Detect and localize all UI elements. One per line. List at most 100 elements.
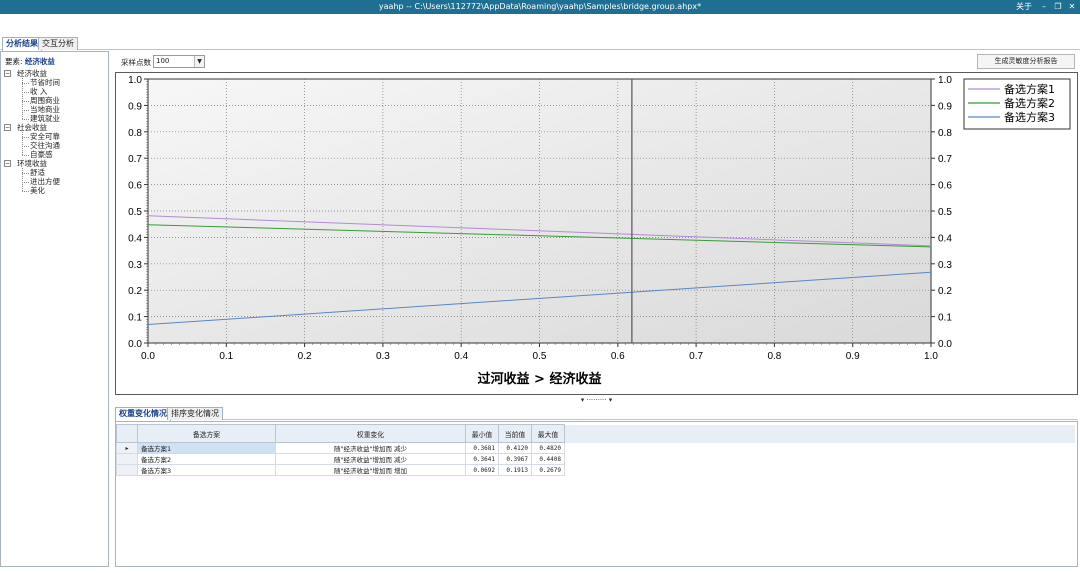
cell-filler — [565, 454, 1075, 465]
x-tick-label: 0.7 — [689, 351, 703, 362]
about-link[interactable]: 关于 — [1016, 0, 1032, 14]
tab-interactive-analysis[interactable]: 交互分析 — [38, 37, 78, 50]
minimize-icon[interactable]: – — [1038, 0, 1050, 14]
y-tick-label-left: 0.4 — [128, 233, 142, 244]
tree-leaf-item[interactable]: 当地商业 — [30, 105, 60, 114]
factor-tree-panel: 要素: 经济收益 − 经济收益 节省时间收 入周围商业 当地商业 建筑就业 − 社会收益 安全… — [0, 51, 109, 567]
tree-group-item[interactable]: 社会收益 — [17, 123, 47, 132]
cell-alternative[interactable]: 备选方案1 — [137, 442, 276, 454]
tree-leaf-item[interactable]: 节省时间 — [30, 78, 60, 87]
collapse-toggle-icon[interactable]: − — [4, 160, 11, 167]
cell-alternative[interactable]: 备选方案2 — [137, 453, 276, 465]
x-tick-label: 0.1 — [219, 351, 233, 362]
sample-count-select[interactable]: 100 ▼ — [153, 55, 205, 68]
tree-group-item[interactable]: 经济收益 — [17, 69, 47, 78]
x-tick-label: 0.9 — [846, 351, 860, 362]
y-tick-label-right: 0.1 — [938, 313, 952, 324]
menu-area — [0, 14, 1080, 36]
horizontal-splitter[interactable]: ▾ ········· ▾ — [115, 396, 1078, 404]
y-tick-label-right: 1.0 — [938, 75, 952, 86]
x-tick-label: 1.0 — [924, 351, 938, 362]
y-tick-label-right: 0.3 — [938, 260, 952, 271]
tree-leaf-item[interactable]: 舒适 — [30, 168, 45, 177]
header-alternative[interactable]: 备选方案 — [137, 424, 276, 443]
y-tick-label-left: 0.8 — [128, 128, 142, 139]
cell-weight-change[interactable]: 随"经济收益"增加而 减少 — [275, 442, 466, 454]
y-tick-label-right: 0.8 — [938, 128, 952, 139]
header-weight-change[interactable]: 权重变化 — [275, 424, 466, 443]
tab-rank-change[interactable]: 排序变化情况 — [167, 407, 223, 420]
generate-report-button[interactable]: 生成灵敏度分析报告 — [977, 54, 1075, 69]
collapse-toggle-icon[interactable]: − — [4, 70, 11, 77]
header-max[interactable]: 最大值 — [531, 424, 565, 443]
bottom-tabs: 权重变化情况 排序变化情况 — [115, 406, 1078, 421]
cell-min[interactable]: 0.0692 — [465, 464, 499, 476]
tab-analysis-result[interactable]: 分析结果 — [2, 37, 42, 51]
tab-weight-change[interactable]: 权重变化情况 — [115, 407, 171, 421]
x-tick-label: 0.6 — [611, 351, 625, 362]
weight-grid: 备选方案 权重变化 最小值 当前值 最大值 ▸ 备选方案1 随"经济收益"增加而 减… — [116, 424, 1075, 476]
y-tick-label-right: 0.6 — [938, 181, 952, 192]
y-tick-label-right: 0.7 — [938, 154, 952, 165]
table-row[interactable]: 备选方案2 随"经济收益"增加而 减少 0.3641 0.3967 0.4408 — [116, 453, 1075, 465]
tree-leaf-item[interactable]: 交往沟通 — [30, 141, 60, 150]
tree-leaf-item[interactable]: 建筑就业 — [30, 114, 60, 123]
y-tick-label-left: 1.0 — [128, 75, 142, 86]
header-current[interactable]: 当前值 — [498, 424, 532, 443]
cell-max[interactable]: 0.4820 — [531, 442, 565, 454]
cell-current[interactable]: 0.3967 — [498, 453, 532, 465]
cell-filler — [565, 465, 1075, 476]
header-min[interactable]: 最小值 — [465, 424, 499, 443]
tree-leaf-item[interactable]: 收 入 — [30, 87, 47, 96]
cell-current[interactable]: 0.4120 — [498, 442, 532, 454]
cell-alternative[interactable]: 备选方案3 — [137, 464, 276, 476]
row-header[interactable] — [116, 453, 138, 465]
chevron-down-icon[interactable]: ▼ — [194, 56, 204, 67]
collapse-toggle-icon[interactable]: − — [4, 124, 11, 131]
y-tick-label-right: 0.5 — [938, 207, 952, 218]
sample-count-value: 100 — [156, 57, 170, 65]
legend-label: 备选方案3 — [1004, 110, 1055, 124]
title-bar: yaahp -- C:\Users\112772\AppData\Roaming… — [0, 0, 1080, 14]
y-tick-label-left: 0.2 — [128, 286, 142, 297]
tree-leaf-item[interactable]: 自豪感 — [30, 150, 53, 159]
x-tick-label: 0.2 — [298, 351, 312, 362]
x-tick-label: 0.8 — [767, 351, 781, 362]
sample-count-label: 采样点数 — [121, 58, 151, 67]
cell-weight-change[interactable]: 随"经济收益"增加而 减少 — [275, 453, 466, 465]
y-tick-label-left: 0.6 — [128, 181, 142, 192]
x-tick-label: 0.4 — [454, 351, 468, 362]
y-tick-label-left: 0.0 — [128, 339, 142, 350]
table-row[interactable]: 备选方案3 随"经济收益"增加而 增加 0.0692 0.1913 0.2679 — [116, 464, 1075, 476]
x-tick-label: 0.3 — [376, 351, 390, 362]
x-axis-label: 过河收益 > 经济收益 — [478, 371, 602, 387]
restore-icon[interactable]: ❐ — [1052, 0, 1064, 14]
tree-leaf-item[interactable]: 安全可靠 — [30, 132, 60, 141]
cell-min[interactable]: 0.3641 — [465, 453, 499, 465]
window-title: yaahp -- C:\Users\112772\AppData\Roaming… — [378, 2, 702, 11]
legend-label: 备选方案2 — [1004, 96, 1055, 110]
chart-toolbar: 采样点数 100 ▼ 生成灵敏度分析报告 — [115, 52, 1080, 70]
cell-weight-change[interactable]: 随"经济收益"增加而 增加 — [275, 464, 466, 476]
y-tick-label-right: 0.2 — [938, 286, 952, 297]
cell-max[interactable]: 0.2679 — [531, 464, 565, 476]
tree-leaf-item[interactable]: 周围商业 — [30, 96, 60, 105]
close-icon[interactable]: ✕ — [1066, 0, 1078, 14]
current-factor: 要素: 经济收益 — [5, 56, 55, 67]
row-header[interactable] — [116, 464, 138, 476]
tree-leaf-item[interactable]: 美化 — [30, 186, 45, 195]
x-tick-label: 0.0 — [141, 351, 155, 362]
chart-svg: 0.0 0.1 0.2 0.3 0.4 0.5 0.6 0.7 0.8 0.9 1.00.0 0.00… — [128, 75, 1071, 387]
cell-current[interactable]: 0.1913 — [498, 464, 532, 476]
cell-min[interactable]: 0.3681 — [465, 442, 499, 454]
table-row[interactable]: ▸ 备选方案1 随"经济收益"增加而 减少 0.3681 0.4120 0.4820 — [116, 442, 1075, 454]
grid-corner — [116, 424, 138, 443]
tree-group-item[interactable]: 环境收益 — [17, 159, 47, 168]
row-header[interactable]: ▸ — [116, 442, 138, 454]
cell-max[interactable]: 0.4408 — [531, 453, 565, 465]
tree-leaf-item[interactable]: 进出方便 — [30, 177, 60, 186]
y-tick-label-right: 0.9 — [938, 101, 952, 112]
x-tick-label: 0.5 — [533, 351, 547, 362]
y-tick-label-right: 0.0 — [938, 339, 952, 350]
y-tick-label-left: 0.1 — [128, 313, 142, 324]
